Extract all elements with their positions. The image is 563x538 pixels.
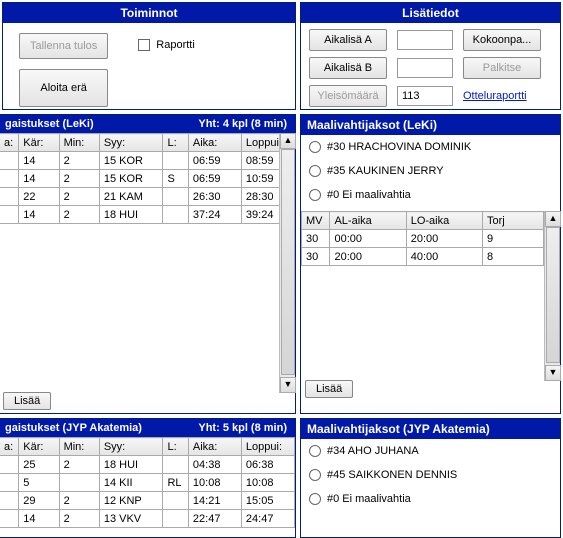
lisatiedot-title: Lisätiedot [301, 3, 560, 23]
table-row[interactable]: 29212 KNP14:2115:05 [0, 492, 295, 510]
checkbox-icon [138, 39, 150, 51]
leki-pen-header: gaistukset (LeKi) Yht: 4 kpl (8 min) [0, 115, 295, 133]
table-row[interactable]: 3000:0020:009 [302, 230, 544, 248]
leki-gk-lisaa-button[interactable]: Lisää [305, 380, 353, 398]
table-row[interactable]: 14215 KORS06:5910:59 [0, 170, 295, 188]
table-row[interactable]: 25218 HUI04:3806:38 [0, 456, 295, 474]
jyp-gk-header: Maalivahtijaksot (JYP Akatemia) [301, 419, 560, 439]
table-row[interactable]: 22221 KAM26:3028:30 [0, 188, 295, 206]
scroll-down-icon[interactable]: ▼ [280, 377, 296, 393]
panel-leki-goalie: Maalivahtijaksot (LeKi) #30 HRACHOVINA D… [300, 114, 561, 414]
jyp-pen-header: gaistukset (JYP Akatemia) Yht: 5 kpl (8 … [0, 419, 295, 437]
panel-jyp-goalie: Maalivahtijaksot (JYP Akatemia) #34 AHO … [300, 418, 561, 538]
palkitse-button[interactable]: Palkitse [463, 57, 541, 79]
yleisomaara-input[interactable] [397, 86, 453, 106]
radio-icon [309, 493, 321, 505]
scroll-up-icon[interactable]: ▲ [280, 133, 296, 149]
table-row[interactable]: 3020:0040:008 [302, 248, 544, 266]
goalie-option[interactable]: #30 HRACHOVINA DOMINIK [301, 135, 560, 159]
tallenna-tulos-button[interactable]: Tallenna tulos [19, 33, 108, 59]
scroll-thumb[interactable] [546, 227, 560, 363]
panel-jyp-penalties: gaistukset (JYP Akatemia) Yht: 5 kpl (8 … [0, 418, 296, 538]
raportti-checkbox[interactable]: Raportti [138, 39, 195, 51]
yleisomaara-button[interactable]: Yleisömäärä [309, 85, 387, 107]
jyp-penalties-table[interactable]: a:Kär:Min:Syy:L:Aika:Loppui:25218 HUI04:… [0, 437, 295, 528]
toiminnot-title: Toiminnot [3, 3, 295, 23]
leki-penalties-table[interactable]: a:Kär:Min:Syy:L:Aika:Loppui:14215 KOR06:… [0, 133, 295, 224]
aloita-era-button[interactable]: Aloita erä [19, 69, 108, 107]
leki-pen-lisaa-button[interactable]: Lisää [3, 392, 51, 410]
radio-icon [309, 469, 321, 481]
scroll-up-icon[interactable]: ▲ [545, 211, 561, 227]
leki-gk-header: Maalivahtijaksot (LeKi) [301, 115, 560, 135]
goalie-option[interactable]: #34 AHO JUHANA [301, 439, 560, 463]
leki-gk-table[interactable]: MVAL-aikaLO-aikaTorj3000:0020:0093020:00… [301, 211, 544, 266]
aikalisa-b-button[interactable]: Aikalisä B [309, 57, 387, 79]
panel-leki-penalties: gaistukset (LeKi) Yht: 4 kpl (8 min) a:K… [0, 114, 296, 414]
table-row[interactable]: 14213 VKV22:4724:47 [0, 510, 295, 528]
radio-icon [309, 445, 321, 457]
table-row[interactable]: 514 KIIRL10:0810:08 [0, 474, 295, 492]
panel-toiminnot: Toiminnot Tallenna tulos Aloita erä Rapo… [2, 2, 296, 110]
goalie-option[interactable]: #0 Ei maalivahtia [301, 487, 560, 511]
raportti-label: Raportti [156, 39, 195, 51]
radio-icon [309, 165, 321, 177]
scroll-thumb[interactable] [281, 149, 295, 375]
aikalisa-a-input[interactable] [397, 30, 453, 50]
otteluraportti-link[interactable]: Otteluraportti [463, 90, 541, 102]
aikalisa-b-input[interactable] [397, 58, 453, 78]
kokoonpa-button[interactable]: Kokoonpa... [463, 29, 541, 51]
radio-icon [309, 189, 321, 201]
goalie-option[interactable]: #0 Ei maalivahtia [301, 183, 560, 207]
aikalisa-a-button[interactable]: Aikalisä A [309, 29, 387, 51]
table-row[interactable]: 14218 HUI37:2439:24 [0, 206, 295, 224]
panel-lisatiedot: Lisätiedot Aikalisä A Kokoonpa... Aikali… [300, 2, 561, 110]
scroll-down-icon[interactable]: ▼ [545, 365, 561, 381]
table-row[interactable]: 14215 KOR06:5908:59 [0, 152, 295, 170]
goalie-option[interactable]: #45 SAIKKONEN DENNIS [301, 463, 560, 487]
radio-icon [309, 141, 321, 153]
goalie-option[interactable]: #35 KAUKINEN JERRY [301, 159, 560, 183]
